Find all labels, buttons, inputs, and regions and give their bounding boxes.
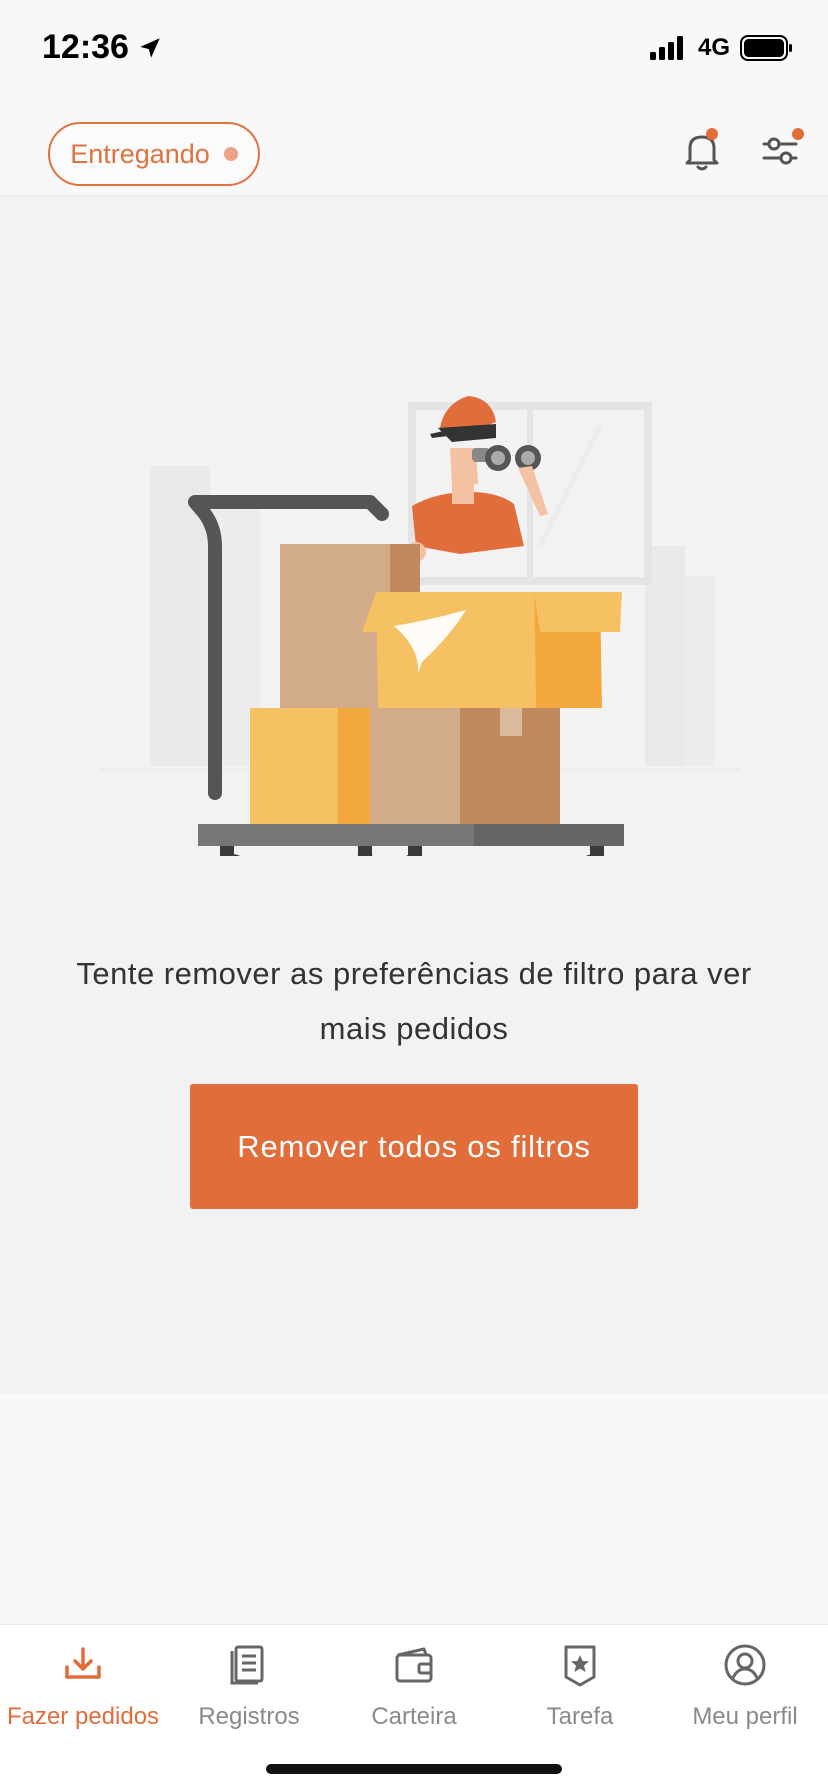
location-arrow-icon — [140, 37, 160, 58]
nav-item-registros[interactable]: Registros — [166, 1641, 332, 1751]
app-header: Entregando — [0, 100, 828, 196]
status-dot — [223, 147, 238, 161]
nav-item-carteira[interactable]: Carteira — [331, 1641, 497, 1751]
wallet-icon — [395, 1647, 433, 1683]
driver-status-label: Entregando — [70, 138, 210, 169]
nav-label-fazer-pedidos: Fazer pedidos — [6, 1703, 160, 1730]
home-indicator[interactable] — [266, 1764, 562, 1774]
filter-button[interactable] — [756, 124, 808, 176]
nav-item-meu-perfil[interactable]: Meu perfil — [662, 1641, 828, 1751]
nav-label-meu-perfil: Meu perfil — [692, 1703, 798, 1730]
battery-icon — [740, 35, 792, 61]
status-time: 12:36 — [42, 28, 163, 67]
delivery-binoculars-illustration — [100, 396, 740, 856]
nav-label-carteira: Carteira — [371, 1703, 457, 1730]
notification-badge — [706, 128, 718, 140]
filter-active-badge — [792, 128, 804, 140]
profile-icon — [724, 1644, 766, 1686]
remove-filters-button[interactable]: Remover todos os filtros — [190, 1084, 638, 1209]
nav-item-tarefa[interactable]: Tarefa — [497, 1641, 663, 1751]
signal-icon — [649, 36, 683, 60]
status-bar: 12:36 4G — [0, 0, 828, 100]
sliders-icon — [762, 128, 804, 165]
empty-state-message: Tente remover as preferências de filtro … — [76, 956, 752, 1046]
bell-icon — [685, 128, 719, 171]
nav-label-tarefa: Tarefa — [546, 1703, 614, 1730]
status-time-text: 12:36 — [42, 28, 129, 66]
driver-status-toggle[interactable]: Entregando — [48, 122, 260, 186]
star-badge-icon — [564, 1645, 596, 1687]
notifications-button[interactable] — [676, 124, 728, 176]
network-type: 4G — [697, 34, 730, 61]
document-list-icon — [230, 1645, 264, 1685]
nav-item-fazer-pedidos[interactable]: Fazer pedidos — [0, 1641, 166, 1751]
status-indicators: 4G — [648, 34, 794, 62]
empty-state: Tente remover as preferências de filtro … — [0, 196, 828, 1394]
nav-label-registros: Registros — [198, 1703, 300, 1730]
download-icon — [65, 1647, 101, 1679]
